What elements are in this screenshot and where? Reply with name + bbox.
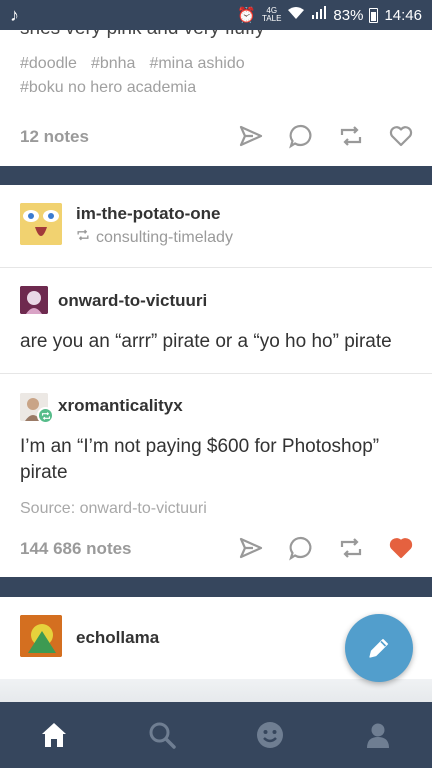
post-card-2: im-the-potato-one consulting-timelady on…: [0, 185, 432, 577]
alarm-icon: ⏰: [237, 7, 256, 24]
liked-heart-icon[interactable]: [388, 535, 414, 561]
thread-user[interactable]: onward-to-victuuri: [58, 291, 207, 311]
post-author[interactable]: echollama: [76, 628, 159, 648]
share-icon[interactable]: [238, 123, 264, 149]
nav-account[interactable]: [348, 710, 408, 760]
post-source[interactable]: Source: onward-to-victuuri: [20, 500, 207, 518]
pencil-icon: [369, 638, 389, 658]
post-card-1: shes very pink and very fluffy #doodle #b…: [0, 30, 432, 166]
divider: [0, 373, 432, 374]
music-note-icon: ♪: [10, 4, 19, 25]
post-actions: [238, 535, 414, 561]
nav-activity[interactable]: [240, 710, 300, 760]
battery-percent: 83%: [333, 6, 364, 24]
divider: [0, 267, 432, 268]
reblog-icon[interactable]: [338, 123, 364, 149]
post-body-text: shes very pink and very fluffy: [20, 30, 265, 40]
signal-icon: [311, 6, 327, 24]
reblog-badge-icon: [37, 407, 54, 424]
reblog-icon: [76, 228, 90, 247]
clock: 14:46: [384, 6, 422, 24]
notes-count[interactable]: 12 notes: [20, 127, 89, 147]
smiley-icon: [257, 722, 283, 748]
search-icon: [149, 722, 176, 749]
reply-icon[interactable]: [288, 535, 314, 561]
tag[interactable]: #mina ashido: [149, 55, 244, 72]
post-author[interactable]: im-the-potato-one: [76, 204, 220, 224]
post-actions: [238, 123, 414, 149]
avatar[interactable]: [20, 203, 62, 245]
nav-search[interactable]: [132, 710, 192, 760]
avatar[interactable]: [20, 286, 48, 314]
tag[interactable]: #boku no hero academia: [20, 79, 196, 96]
compose-post-button[interactable]: [345, 614, 413, 682]
share-icon[interactable]: [238, 535, 264, 561]
post-tags: #doodle #bnha #mina ashido #boku no hero a…: [20, 52, 259, 100]
notes-count[interactable]: 144 686 notes: [20, 539, 132, 559]
bottom-nav: [0, 702, 432, 768]
account-icon: [367, 723, 389, 748]
reblogged-from[interactable]: consulting-timelady: [76, 228, 233, 247]
thread-user[interactable]: xromanticalityx: [58, 396, 183, 416]
post-image-preview: [0, 679, 432, 702]
avatar[interactable]: [20, 615, 62, 657]
thread-text: are you an “arrr” pirate or a “yo ho ho”…: [20, 331, 392, 352]
network-type: 4G TALE: [262, 6, 282, 23]
thread-text: I’m an “I’m not paying $600 for Photosho…: [20, 436, 380, 483]
home-icon: [42, 723, 66, 747]
status-bar: ♪ ⏰ 4G TALE 83% 14:46: [0, 0, 432, 30]
tag[interactable]: #bnha: [91, 55, 136, 72]
tag[interactable]: #doodle: [20, 55, 77, 72]
wifi-icon: [287, 6, 305, 24]
heart-icon[interactable]: [388, 123, 414, 149]
reply-icon[interactable]: [288, 123, 314, 149]
reblog-icon[interactable]: [338, 535, 364, 561]
nav-home[interactable]: [24, 710, 84, 760]
battery-icon: [369, 7, 379, 23]
